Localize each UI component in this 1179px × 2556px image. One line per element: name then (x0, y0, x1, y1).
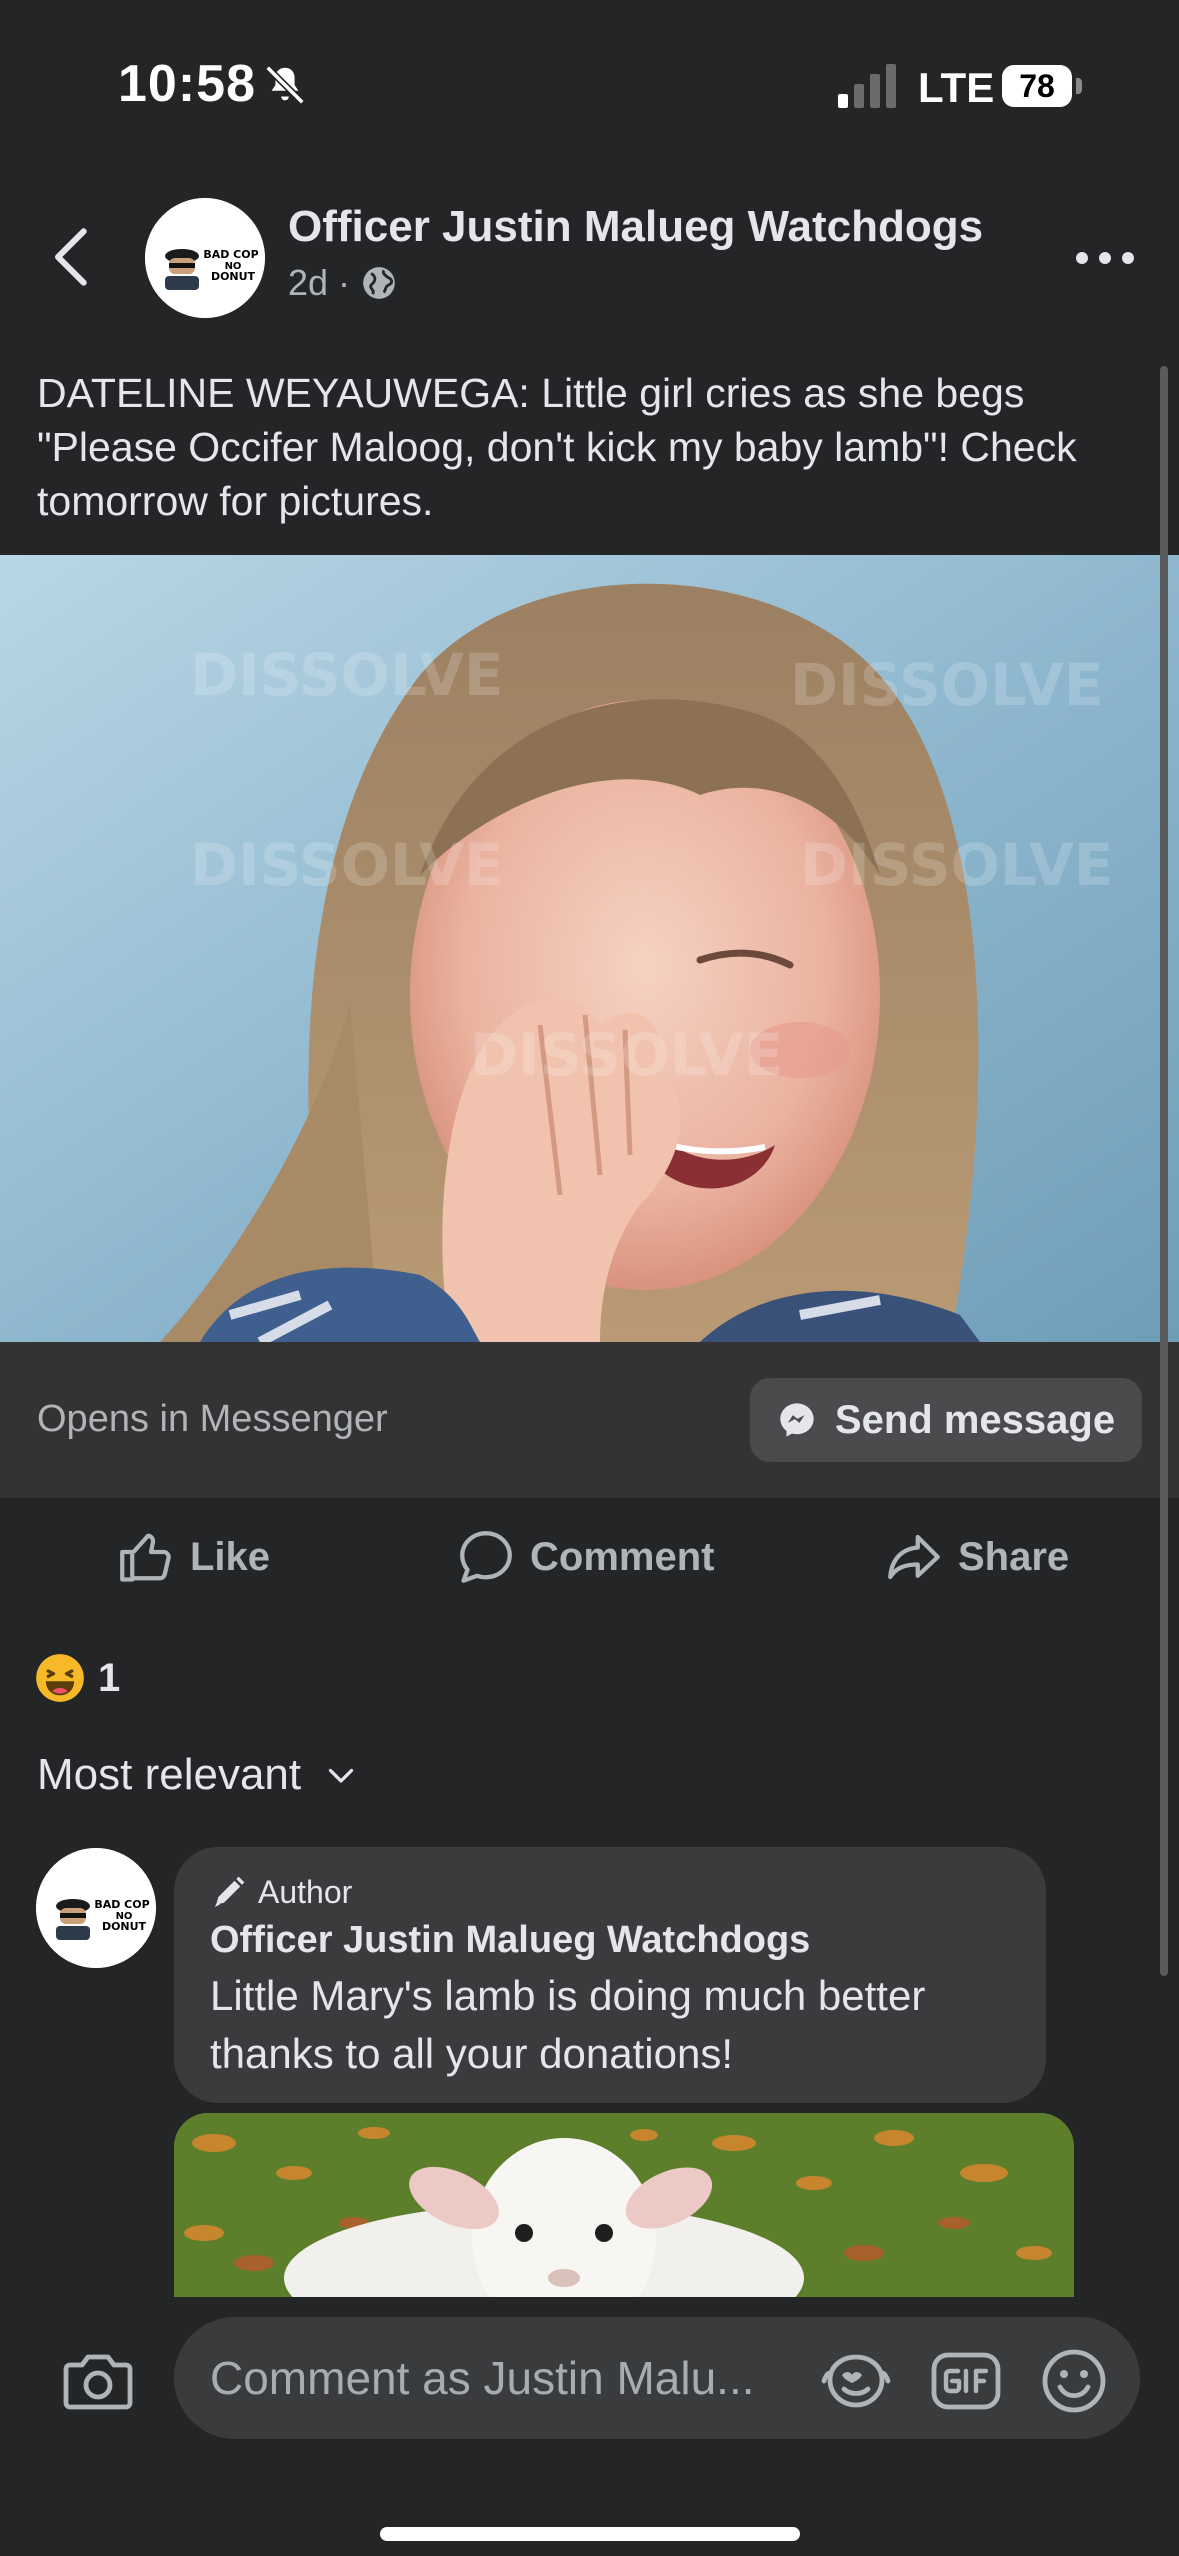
post-header: BAD COP NO DONUT Officer Justin Malueg W… (0, 180, 1179, 330)
watermark-3: DISSOLVE (190, 831, 503, 899)
bell-slash-icon (265, 65, 305, 105)
battery-indicator: 78 (1002, 65, 1072, 107)
share-button[interactable]: Share (884, 1522, 1069, 1592)
haha-icon (36, 1654, 84, 1702)
messenger-icon (780, 1403, 814, 1437)
home-indicator[interactable] (380, 2527, 800, 2541)
comment-composer (0, 2297, 1179, 2556)
camera-icon[interactable] (62, 2349, 134, 2413)
post-text: DATELINE WEYAUWEGA: Little girl cries as… (37, 370, 1077, 524)
avatar-sticker-icon[interactable] (820, 2349, 892, 2413)
back-icon[interactable] (44, 224, 100, 290)
watermark-4: DISSOLVE (800, 831, 1113, 899)
status-time: 10:58 (118, 55, 256, 113)
battery-tip (1076, 78, 1082, 94)
watermark-2: DISSOLVE (790, 651, 1103, 719)
messenger-cta-bar: Opens in Messenger Send message (0, 1342, 1179, 1498)
chevron-down-icon (328, 1768, 354, 1783)
signal-icon (838, 64, 896, 108)
comment-button[interactable]: Comment (456, 1522, 714, 1592)
crying-girl-image: DISSOLVE DISSOLVE DISSOLVE DISSOLVE DISS… (0, 555, 1179, 1342)
post-age[interactable]: 2d (288, 262, 328, 304)
more-icon[interactable] (1072, 248, 1138, 268)
globe-icon (363, 267, 395, 299)
author-badge: Author (210, 1873, 352, 1911)
watermark-5: DISSOLVE (470, 1021, 783, 1089)
pencil-icon (214, 1876, 245, 1908)
scrollbar[interactable] (1160, 366, 1168, 1976)
comment-icon (460, 1531, 512, 1583)
watermark-1: DISSOLVE (190, 641, 503, 709)
send-message-label: Send message (834, 1397, 1116, 1442)
bad-cop-logo-icon: BAD COP NO DONUT (36, 1848, 156, 1968)
send-message-button[interactable]: Send message (750, 1378, 1142, 1462)
comment-bubble[interactable]: Author Officer Justin Malueg Watchdogs L… (174, 1847, 1046, 2103)
sort-label: Most relevant (37, 1750, 302, 1799)
like-button[interactable]: Like (116, 1522, 270, 1592)
comment-sort-dropdown[interactable]: Most relevant (37, 1750, 359, 1800)
comment-photo[interactable] (174, 2113, 1074, 2297)
author-badge-label: Author (258, 1873, 353, 1910)
post-actions: Like Comment Share (0, 1498, 1179, 1620)
opens-in-messenger-label: Opens in Messenger (37, 1398, 388, 1440)
commenter-avatar[interactable]: BAD COP NO DONUT (36, 1848, 156, 1968)
comment-author[interactable]: Officer Justin Malueg Watchdogs (210, 1919, 810, 1962)
thumbs-up-icon (120, 1533, 171, 1582)
like-label: Like (190, 1534, 271, 1579)
share-label: Share (958, 1534, 1070, 1579)
page-name[interactable]: Officer Justin Malueg Watchdogs (288, 202, 983, 252)
network-type: LTE (918, 64, 995, 111)
post-meta: 2d · (288, 262, 398, 304)
reactions-summary[interactable]: 1 (34, 1650, 120, 1706)
lamb-image (174, 2113, 1074, 2297)
logo-line-3: DONUT (102, 1920, 147, 1933)
emoji-icon[interactable] (1040, 2347, 1108, 2415)
meta-separator: · (338, 262, 351, 303)
gif-icon[interactable] (930, 2349, 1002, 2413)
page-avatar[interactable]: BAD COP NO DONUT (145, 198, 265, 318)
logo-line-3: DONUT (211, 270, 256, 283)
comment-label: Comment (530, 1534, 715, 1579)
status-bar: 10:58 LTE 78 (0, 0, 1179, 150)
reaction-count: 1 (98, 1655, 121, 1700)
logo-line-1: BAD COP (203, 248, 258, 261)
logo-line-1: BAD COP (94, 1898, 149, 1911)
bad-cop-logo-icon: BAD COP NO DONUT (145, 198, 265, 318)
post-photo[interactable]: DISSOLVE DISSOLVE DISSOLVE DISSOLVE DISS… (0, 555, 1179, 1342)
share-icon (888, 1534, 940, 1580)
comment-text: Little Mary's lamb is doing much better … (210, 1972, 926, 2077)
